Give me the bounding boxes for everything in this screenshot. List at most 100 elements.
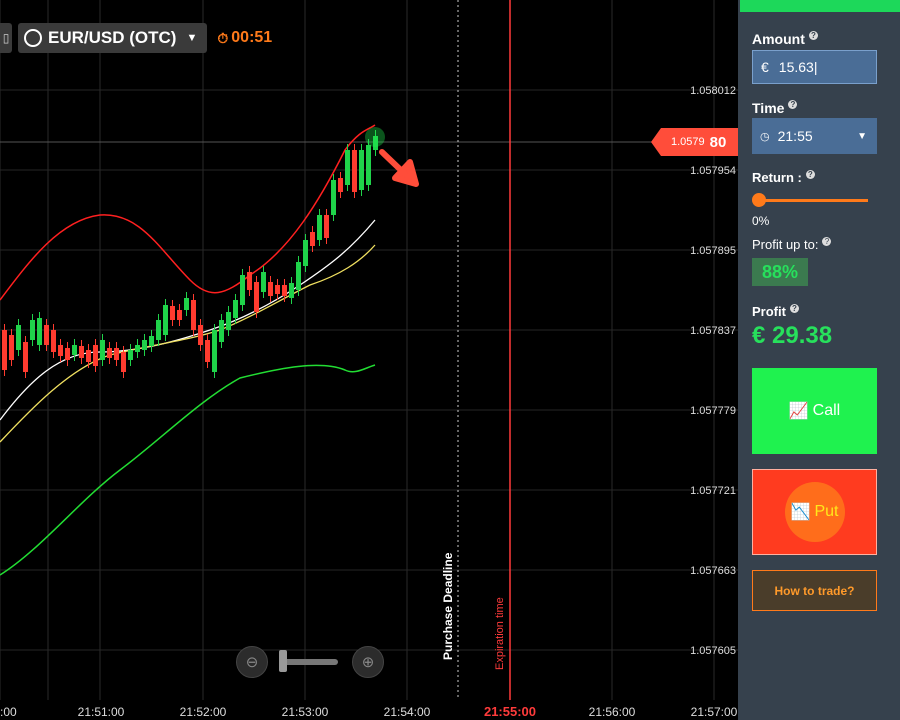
expiration-time-label: Expiration time [494, 597, 506, 670]
promo-banner[interactable] [740, 0, 900, 12]
candle-body [135, 345, 140, 352]
current-price-tag: 1.0579 80 [651, 128, 738, 156]
profit-percent-badge: 88% [752, 258, 808, 286]
candle-body [338, 178, 343, 192]
price-level-label: 1.057721 [690, 485, 736, 497]
time-axis-label: 21:55:00 [484, 704, 536, 719]
candle-body [65, 348, 70, 360]
how-to-trade-button[interactable]: How to trade? [752, 570, 877, 611]
candle-body [275, 285, 280, 294]
candle-body [51, 330, 56, 352]
candle-body [240, 275, 245, 305]
candle-body [72, 345, 77, 355]
put-button[interactable]: 📉 Put [752, 469, 877, 555]
candle-body [114, 348, 119, 360]
candle-body [93, 345, 98, 366]
candle-body [184, 298, 189, 310]
price-level-label: 1.057779 [690, 405, 736, 417]
arrow-down-right-icon [379, 149, 419, 187]
return-slider[interactable] [760, 199, 868, 202]
asset-selector[interactable]: EUR/USD (OTC) ▼ [18, 23, 208, 53]
return-slider-handle[interactable] [752, 193, 766, 207]
clock-icon: ◷ [760, 130, 770, 143]
candle-body [317, 215, 322, 240]
candle-body [261, 272, 266, 292]
candle-body [177, 310, 182, 320]
put-label: Put [814, 503, 839, 520]
candle-body [310, 232, 315, 246]
profit-label: Profit? [752, 304, 799, 319]
chart-area[interactable]: 1.058012 1.057954 1.057895 1.057837 1.057779… [0, 0, 738, 720]
amount-input[interactable]: € 15.63 | [752, 50, 877, 84]
help-icon[interactable]: ? [789, 304, 799, 313]
time-axis-label: 21:51:00 [78, 705, 125, 719]
candle-body [142, 340, 147, 350]
candle-body [79, 346, 84, 358]
help-icon[interactable]: ? [822, 237, 832, 246]
candle-body [37, 318, 42, 345]
price-chart[interactable]: 1.058012 1.057954 1.057895 1.057837 1.057779… [0, 0, 738, 720]
clock-icon [24, 29, 42, 47]
zoom-out-icon[interactable]: ⊖ [236, 646, 268, 678]
expiry-time-select[interactable]: ◷ 21:55 ▼ [752, 118, 877, 154]
purchase-deadline-label: Purchase Deadline [441, 552, 455, 660]
help-icon[interactable]: ? [808, 31, 818, 40]
candle-body [212, 330, 217, 372]
stopwatch-icon: ⏱ [217, 29, 229, 46]
candle-body [198, 325, 203, 345]
price-level-label: 1.057605 [690, 645, 736, 657]
zoom-slider[interactable] [279, 650, 338, 672]
upper-band-line [0, 124, 376, 301]
time-axis-label: 21:57:00 [691, 705, 738, 719]
candle-body [191, 300, 196, 330]
price-level-label: 1.057895 [690, 245, 736, 257]
price-level-label: 1.057663 [690, 565, 736, 577]
candle-body [44, 325, 49, 345]
help-icon[interactable]: ? [805, 170, 815, 179]
trend-up-icon: 📈 [788, 403, 809, 420]
trend-down-icon: 📉 [790, 504, 811, 521]
candle-body [156, 320, 161, 340]
time-axis-label: 21:53:00 [282, 705, 329, 719]
time-axis-label: 21:52:00 [180, 705, 227, 719]
time-value: 21:55 [777, 128, 813, 144]
candle-body [331, 180, 336, 215]
profit-up-label: Profit up to:? [752, 237, 832, 252]
candle-body [58, 345, 63, 356]
candle-body [359, 150, 364, 190]
candle-body [121, 352, 126, 372]
countdown-timer: ⏱ 00:51 [217, 29, 272, 47]
amount-currency: € [761, 59, 769, 75]
candle-body [100, 340, 105, 360]
candle-body [233, 300, 238, 318]
candle-body [107, 348, 112, 358]
time-axis-label: :00 [0, 705, 17, 719]
asset-label: EUR/USD (OTC) [48, 28, 177, 47]
chevron-down-icon: ▼ [857, 130, 867, 142]
chevron-down-icon: ▼ [186, 32, 198, 44]
lower-band-line [0, 364, 376, 576]
candle-body [366, 145, 371, 185]
call-button[interactable]: 📈 Call [752, 368, 877, 454]
help-icon[interactable]: ? [788, 100, 798, 109]
amount-value: 15.63 [778, 59, 814, 75]
time-axis-label: 21:54:00 [384, 705, 431, 719]
candle-body [289, 283, 294, 298]
candle-body [303, 240, 308, 266]
zoom-slider-handle[interactable] [279, 650, 287, 672]
candle-body [226, 312, 231, 330]
return-label: Return :? [752, 170, 815, 185]
current-price-big: 80 [709, 133, 727, 151]
zoom-in-icon[interactable]: ⊕ [352, 646, 384, 678]
candle-body [247, 272, 252, 290]
candle-body [163, 305, 168, 335]
amount-label: Amount? [752, 31, 818, 47]
price-level-label: 1.057837 [690, 325, 736, 337]
chart-menu-icon[interactable]: ▯ [0, 23, 12, 53]
return-value: 0% [752, 214, 770, 228]
candle-body [345, 150, 350, 185]
candle-body [219, 320, 224, 342]
chart-topbar: ▯ EUR/USD (OTC) ▼ ⏱ 00:51 [0, 22, 272, 54]
candle-body [9, 335, 14, 360]
candle-body [128, 350, 133, 360]
